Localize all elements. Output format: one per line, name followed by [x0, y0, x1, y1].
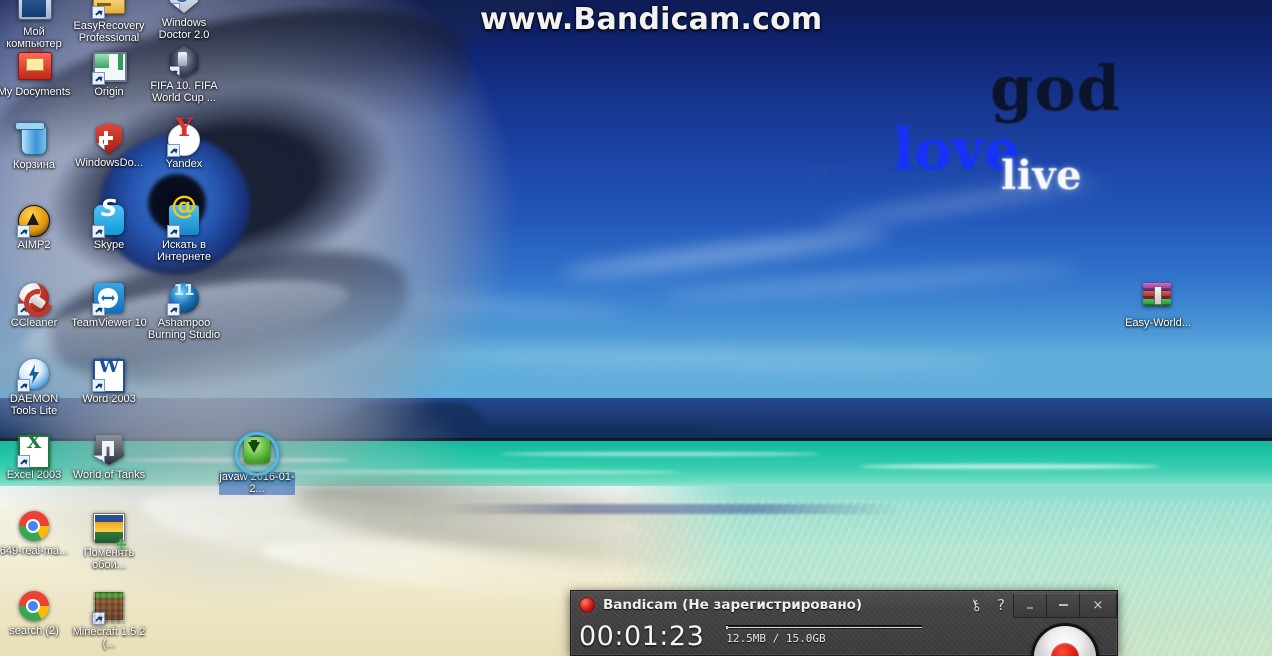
desktop-icon-recycle-bin[interactable]: Корзина: [0, 123, 72, 172]
desktop-icon-excel2003[interactable]: Excel 2003: [0, 434, 72, 482]
bandicam-body: 00:01:23 12.5MB / 15.0GB: [571, 619, 1117, 656]
icon-label: World of Tanks: [72, 469, 146, 481]
desktop-icon-world-of-tanks[interactable]: World of Tanks: [71, 434, 147, 482]
desktop-screen: my god love live www.Bandicam.com Мой ко…: [0, 0, 1272, 656]
bandicam-watermark: www.Bandicam.com: [480, 2, 823, 37]
surf-line: [860, 464, 1160, 469]
desktop-icon-aimp2[interactable]: AIMP2: [0, 204, 72, 252]
minimize-button[interactable]: [1046, 592, 1080, 618]
desktop-icon-easyrecovery[interactable]: EasyRecovery Professional: [71, 0, 147, 44]
desktop-icon-my-documents[interactable]: My Docyments: [0, 48, 72, 99]
icon-label: CCleaner: [10, 317, 58, 329]
icon-label: EasyRecovery Professional: [73, 20, 145, 44]
yandex-icon: [167, 124, 200, 157]
desktop-icon-search-2[interactable]: search (2): [0, 590, 72, 638]
excel-icon: [17, 435, 50, 469]
teamviewer-icon: [92, 283, 124, 316]
desktop-icon-word2003[interactable]: Word 2003: [71, 358, 147, 406]
desktop-icon-skype[interactable]: Skype: [71, 204, 147, 252]
icon-label: DAEMON Tools Lite: [9, 393, 59, 417]
bandicam-window[interactable]: Bandicam (Не зарегистрировано) ⚷ ? × 00:…: [570, 590, 1118, 656]
bandicam-titlebar-buttons: ⚷ ? ×: [962, 591, 1117, 619]
skype-icon: [92, 205, 124, 238]
minecraft-icon: [92, 592, 123, 625]
icon-label: Origin: [94, 86, 124, 98]
icon-label: Искать в Интернете: [157, 239, 211, 263]
record-button[interactable]: [1031, 623, 1099, 656]
my-computer-icon: [18, 0, 52, 20]
license-key-button[interactable]: ⚷: [962, 594, 988, 616]
icon-label: Ashampoo Burning Studio: [147, 317, 221, 341]
icon-label: Minecraft 1.5.2 (...: [72, 626, 146, 650]
bandicam-titlebar[interactable]: Bandicam (Не зарегистрировано) ⚷ ? ×: [571, 591, 1117, 619]
bandicam-window-title: Bandicam (Не зарегистрировано): [603, 597, 863, 613]
icon-label: Windows Doctor 2.0: [158, 17, 210, 41]
recording-timer: 00:01:23: [579, 621, 705, 652]
windows-doctor-icon: [170, 0, 198, 13]
icon-label: TeamViewer 10: [71, 317, 147, 329]
record-status-icon: [579, 597, 595, 613]
daemon-tools-icon: [17, 359, 49, 392]
my-documents-icon: [18, 52, 52, 80]
icon-label: Skype: [93, 239, 125, 251]
change-wallpaper-icon: [93, 513, 125, 541]
desktop-icon-search-internet[interactable]: Искать в Интернете: [146, 204, 222, 263]
desktop-icon-origin[interactable]: Origin: [71, 48, 147, 99]
desktop-icon-daemon-tools[interactable]: DAEMON Tools Lite: [0, 358, 72, 417]
desktop-icon-easy-world[interactable]: Easy-World...: [1120, 280, 1196, 330]
aimp2-icon: [17, 205, 50, 238]
fifa-icon: [170, 46, 198, 78]
desktop-icon-649-real-ma[interactable]: 649-real-ma...: [0, 510, 72, 558]
ashampoo-icon: [167, 283, 199, 316]
icon-label: search (2): [9, 625, 59, 637]
desktop-icon-fifa[interactable]: FIFA 10. FIFA World Cup ...: [146, 46, 222, 104]
desktop-icon-windowsdoctor-shield[interactable]: WindowsDo...: [71, 123, 147, 170]
winrar-archive-icon: [1143, 283, 1173, 309]
icon-label: 649-real-ma...: [0, 545, 69, 557]
desktop-icon-teamviewer[interactable]: TeamViewer 10: [71, 282, 147, 330]
icon-label: Корзина: [13, 159, 55, 171]
desktop-icon-ccleaner[interactable]: CCleaner: [0, 282, 72, 330]
icon-label: Мой компьютер: [6, 26, 62, 50]
desktop-icon-javaw[interactable]: javaw 2016-01-2...: [219, 432, 295, 495]
icon-label: Word 2003: [82, 393, 136, 405]
icon-label: Поменять обои...: [83, 547, 135, 571]
desktop-icon-windows-doctor[interactable]: Windows Doctor 2.0: [146, 0, 222, 41]
storage-meter: 12.5MB / 15.0GB: [726, 625, 923, 645]
chrome-icon: [19, 511, 49, 541]
recycle-bin-icon: [21, 125, 47, 155]
origin-icon: [92, 52, 127, 85]
help-button[interactable]: ?: [988, 594, 1014, 616]
search-internet-icon: [167, 205, 199, 238]
storage-progress-bar: [726, 625, 923, 629]
icon-label: Yandex: [165, 158, 203, 170]
storage-size-text: 12.5MB / 15.0GB: [726, 632, 826, 645]
icon-label: Easy-World...: [1125, 317, 1191, 329]
icon-label: Excel 2003: [6, 469, 62, 481]
selection-ring: [235, 432, 279, 476]
windows-doctor-shield-icon: [96, 123, 122, 154]
desktop-icon-my-computer[interactable]: Мой компьютер: [0, 0, 72, 50]
easyrecovery-icon: [92, 0, 125, 19]
icon-label: WindowsDo...: [75, 157, 143, 169]
word-icon: [92, 359, 125, 393]
icon-label: FIFA 10. FIFA World Cup ...: [150, 80, 218, 104]
icon-label: AIMP2: [17, 239, 51, 251]
desktop-icon-yandex[interactable]: Yandex: [146, 123, 222, 171]
world-of-tanks-icon: [94, 435, 124, 465]
desktop-icon-change-wallpaper[interactable]: Поменять обои...: [71, 510, 147, 571]
restore-button[interactable]: [1013, 592, 1047, 618]
desktop-icon-minecraft[interactable]: Minecraft 1.5.2 (...: [71, 590, 147, 650]
ccleaner-icon: [17, 283, 49, 316]
close-button[interactable]: ×: [1079, 592, 1117, 618]
desktop-icon-ashampoo[interactable]: Ashampoo Burning Studio: [146, 282, 222, 341]
chrome-icon: [19, 591, 49, 621]
icon-label: My Docyments: [0, 86, 71, 98]
